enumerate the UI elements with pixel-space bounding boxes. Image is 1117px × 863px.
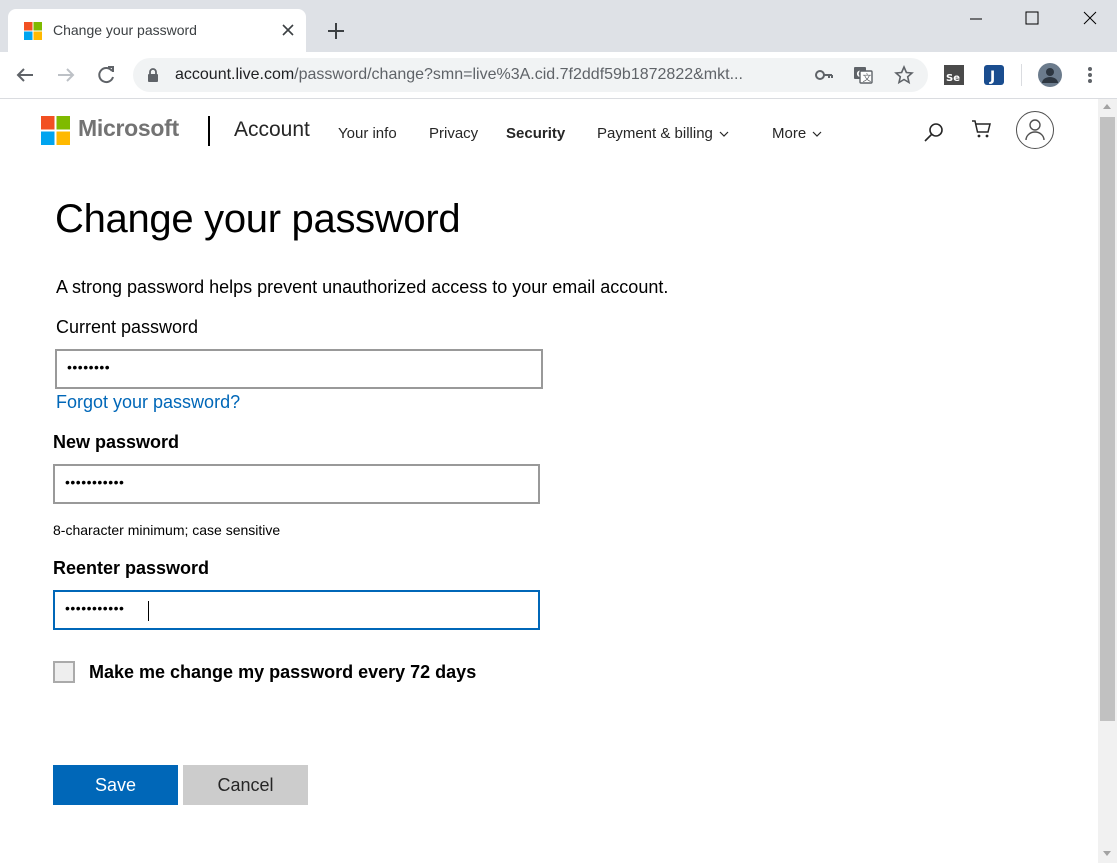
nav-payment-billing[interactable]: Payment & billing (597, 125, 729, 142)
browser-tab[interactable]: Change your password (8, 9, 306, 52)
back-arrow-icon[interactable] (14, 64, 36, 86)
new-password-input[interactable]: ••••••••••• (53, 464, 540, 504)
new-password-label: New password (53, 432, 180, 452)
reload-icon[interactable] (95, 64, 117, 86)
svg-text:Se: Se (946, 73, 960, 84)
intro-text: A strong password helps prevent unauthor… (56, 277, 669, 297)
address-bar[interactable]: account.live.com/password/change?smn=liv… (133, 58, 928, 92)
reenter-password-value: ••••••••••• (65, 600, 125, 616)
kebab-menu-icon[interactable] (1078, 63, 1102, 87)
scrollbar-thumb[interactable] (1100, 117, 1115, 721)
current-password-value: •••••••• (67, 359, 111, 375)
password-hint: 8-character minimum; case sensitive (53, 522, 281, 538)
maximize-window-icon[interactable] (1022, 8, 1042, 28)
text-caret (148, 601, 149, 621)
browser-tabstrip: Change your password (0, 0, 1117, 52)
account-avatar[interactable] (1016, 111, 1054, 149)
url-host: account.live.com (175, 66, 295, 83)
nav-your-info[interactable]: Your info (338, 125, 397, 142)
cancel-button[interactable]: Cancel (183, 765, 308, 805)
nav-security[interactable]: Security (506, 125, 565, 142)
toolbar-separator (1021, 64, 1022, 86)
minimize-window-icon[interactable] (966, 8, 986, 28)
new-tab-icon[interactable] (325, 20, 347, 42)
new-password-value: ••••••••••• (65, 474, 125, 490)
save-button[interactable]: Save (53, 765, 178, 805)
star-icon[interactable] (894, 65, 914, 85)
svg-text:J: J (989, 69, 995, 85)
nav-privacy[interactable]: Privacy (429, 125, 478, 142)
scroll-down-arrow-icon[interactable] (1103, 851, 1111, 856)
header-divider (208, 116, 210, 146)
svg-text:文: 文 (863, 72, 872, 84)
microsoft-brand-text[interactable]: Microsoft (78, 115, 179, 142)
change-every-72-days-checkbox[interactable] (53, 661, 75, 683)
extension-j-icon[interactable]: J (982, 63, 1006, 87)
tab-title: Change your password (53, 22, 197, 38)
browser-toolbar: account.live.com/password/change?smn=liv… (0, 52, 1117, 99)
profile-avatar-icon[interactable] (1038, 63, 1062, 87)
chevron-down-icon (719, 131, 729, 137)
microsoft-logo-icon[interactable] (41, 116, 70, 145)
account-title[interactable]: Account (234, 118, 310, 142)
current-password-input[interactable]: •••••••• (55, 349, 543, 389)
forgot-password-link[interactable]: Forgot your password? (56, 392, 240, 413)
cart-icon[interactable] (971, 118, 993, 140)
nav-more-label: More (772, 125, 807, 142)
page-scrollbar[interactable] (1098, 99, 1117, 863)
reenter-password-label: Reenter password (53, 558, 210, 578)
nav-more[interactable]: More (772, 125, 822, 142)
microsoft-favicon-icon (24, 22, 42, 40)
selenium-extension-icon[interactable]: Se (942, 63, 966, 87)
scroll-up-arrow-icon[interactable] (1103, 104, 1111, 109)
page-content: Microsoft Account Your info Privacy Secu… (0, 99, 1098, 863)
user-icon (1025, 119, 1045, 141)
url-text[interactable]: account.live.com/password/change?smn=liv… (175, 66, 805, 84)
close-window-icon[interactable] (1080, 8, 1100, 28)
lock-icon[interactable] (145, 67, 161, 83)
forward-arrow-icon[interactable] (55, 64, 77, 86)
close-tab-icon[interactable] (280, 22, 296, 38)
key-icon[interactable] (814, 65, 834, 85)
chevron-down-icon (812, 131, 822, 137)
change-every-72-days-label[interactable]: Make me change my password every 72 days (89, 662, 476, 683)
reenter-password-input[interactable]: ••••••••••• (53, 590, 540, 630)
nav-payment-label: Payment & billing (597, 125, 713, 142)
search-icon[interactable] (923, 121, 945, 143)
page-title: Change your password (55, 197, 461, 241)
url-path: /password/change?smn=live%3A.cid.7f2ddf5… (294, 66, 743, 83)
translate-icon[interactable]: G 文 (853, 65, 873, 85)
current-password-label: Current password (56, 317, 199, 337)
